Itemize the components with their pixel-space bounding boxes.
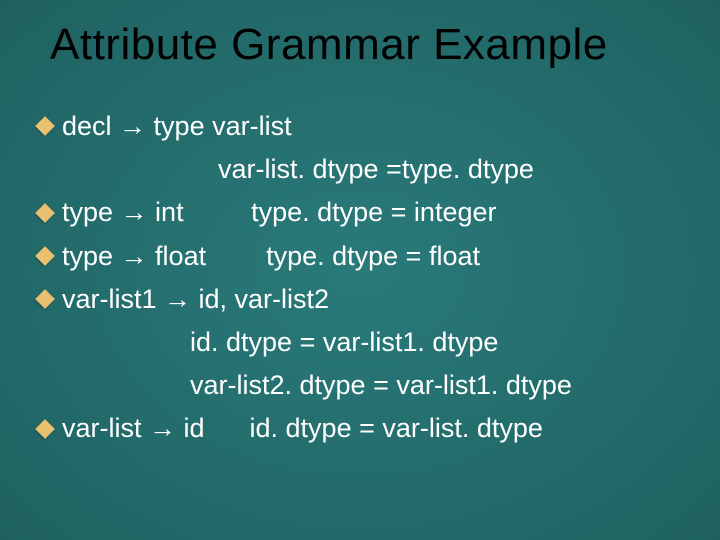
text: type var-list	[146, 111, 292, 141]
rule-line-4: var-list1 → id, var-list2	[38, 278, 690, 321]
text: id id. dtype = var-list. dtype	[176, 413, 543, 443]
rule-line-2: type → int type. dtype = integer	[38, 191, 690, 234]
diamond-icon	[35, 203, 55, 223]
text: id. dtype = var-list1. dtype	[190, 327, 498, 357]
text: int type. dtype = integer	[148, 197, 497, 227]
text: var-list2. dtype = var-list1. dtype	[190, 370, 572, 400]
arrow-icon: →	[149, 413, 176, 443]
slide-body: decl → type var-list var-list. dtype =ty…	[38, 105, 690, 451]
rule-line-5: var-list → id id. dtype = var-list. dtyp…	[38, 407, 690, 450]
text: var-list1	[62, 284, 164, 314]
slide-title: Attribute Grammar Example	[50, 20, 670, 70]
text: type	[62, 241, 121, 271]
arrow-icon: →	[121, 197, 148, 227]
rule-line-3: type → float type. dtype = float	[38, 235, 690, 278]
text: decl	[62, 111, 119, 141]
arrow-icon: →	[121, 241, 148, 271]
diamond-icon	[35, 116, 55, 136]
arrow-icon: →	[119, 111, 146, 141]
text: var-list. dtype =type. dtype	[218, 154, 534, 184]
rule-line-1: decl → type var-list	[38, 105, 690, 148]
diamond-icon	[35, 246, 55, 266]
text: var-list	[62, 413, 149, 443]
text: id, var-list2	[191, 284, 329, 314]
text: type	[62, 197, 121, 227]
arrow-icon: →	[164, 284, 191, 314]
attr-line-3: var-list2. dtype = var-list1. dtype	[38, 364, 690, 407]
attr-line-2: id. dtype = var-list1. dtype	[38, 321, 690, 364]
diamond-icon	[35, 289, 55, 309]
text: float type. dtype = float	[148, 241, 480, 271]
diamond-icon	[35, 419, 55, 439]
attr-line-1: var-list. dtype =type. dtype	[38, 148, 690, 191]
